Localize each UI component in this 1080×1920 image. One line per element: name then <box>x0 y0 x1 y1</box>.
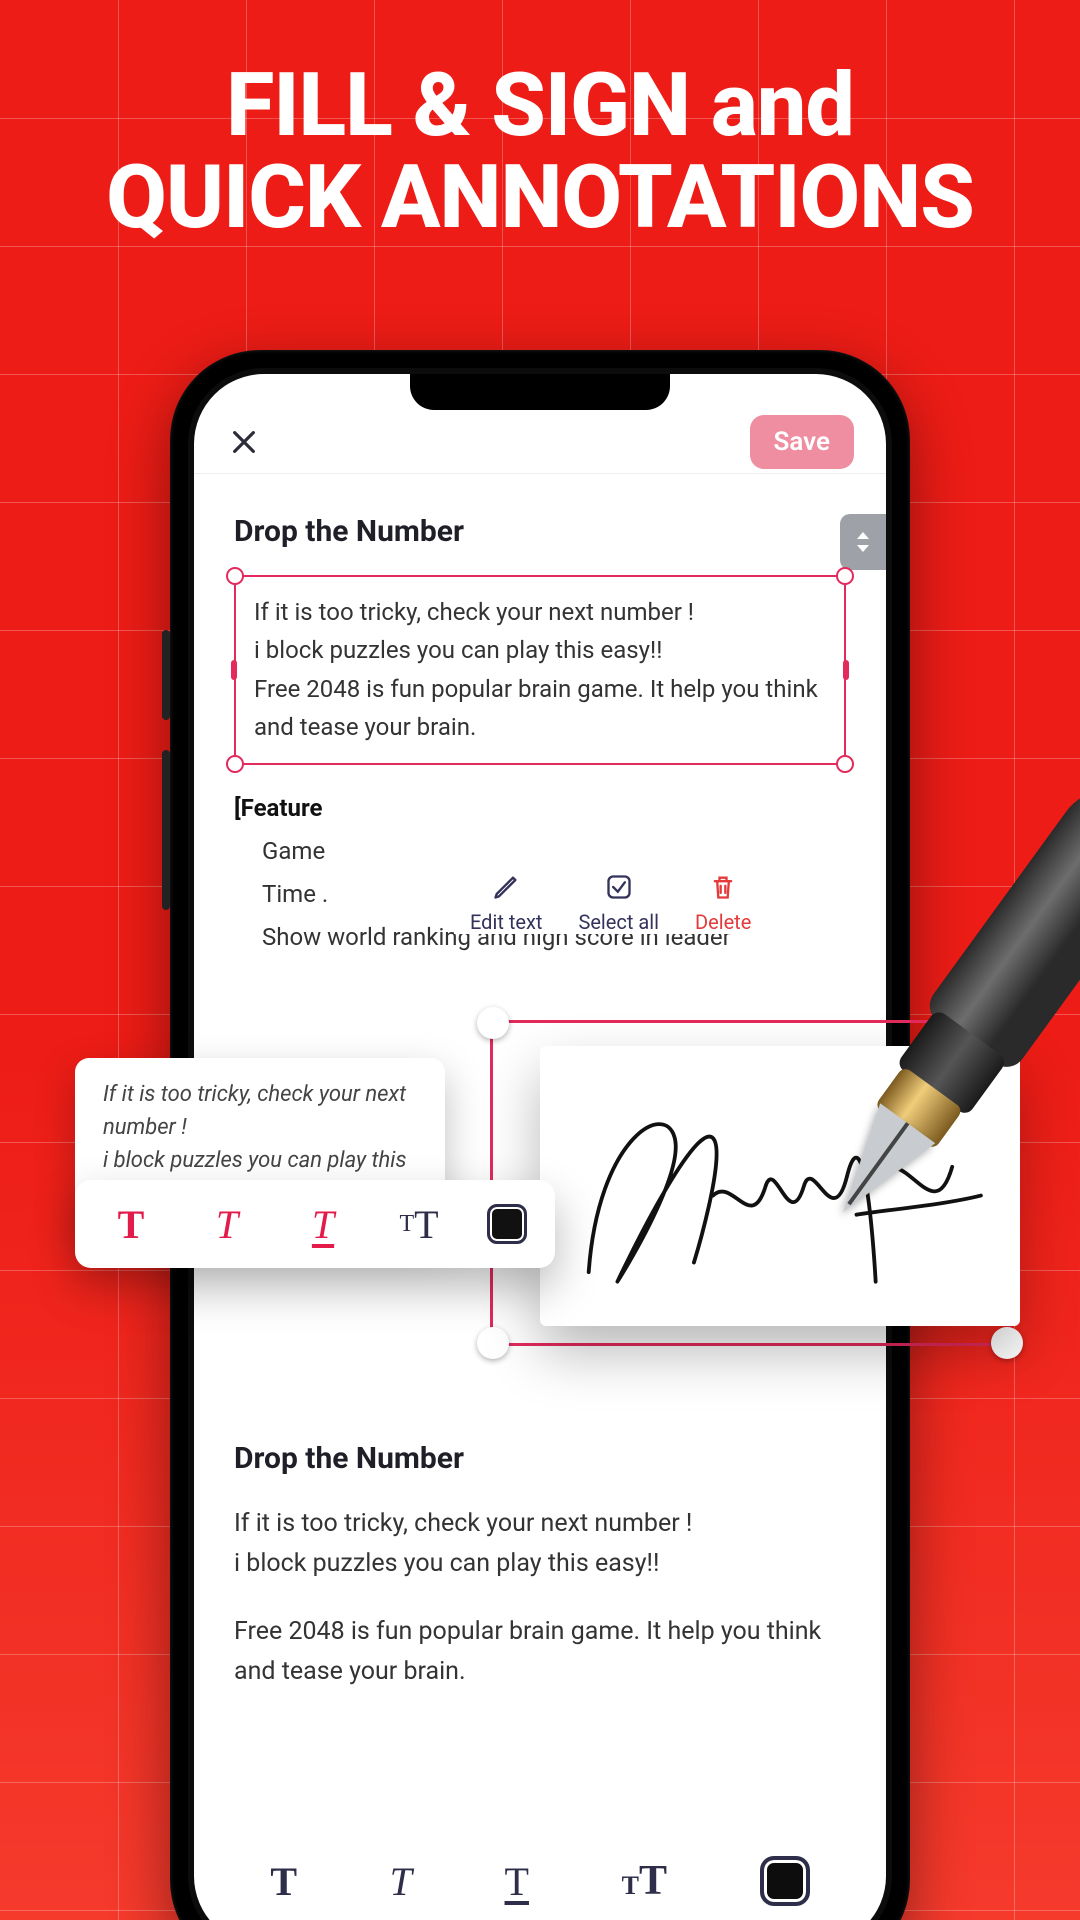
selection-handle-br[interactable] <box>836 755 854 773</box>
selection-handle-tr[interactable] <box>836 567 854 585</box>
selection-handle-bl[interactable] <box>226 755 244 773</box>
selection-handle-tl[interactable] <box>226 567 244 585</box>
float-size-button[interactable]: TT <box>371 1180 467 1268</box>
signature-area[interactable] <box>490 1020 1030 1350</box>
selection-handle-right[interactable] <box>843 660 849 680</box>
expand-button[interactable] <box>840 514 886 570</box>
edit-text-button[interactable]: Edit text <box>470 872 542 934</box>
features-heading: [Feature <box>234 787 846 830</box>
expand-icon <box>853 528 873 556</box>
signature-card <box>540 1046 1020 1326</box>
selected-text-box[interactable]: If it is too tricky, check your next num… <box>234 575 846 765</box>
signature-icon <box>560 1076 1000 1296</box>
float-color-button[interactable] <box>487 1204 527 1244</box>
delete-button[interactable]: Delete <box>695 872 751 934</box>
color-picker-button[interactable] <box>760 1856 810 1906</box>
marketing-headline: FILL & SIGN and QUICK ANNOTATIONS <box>0 60 1080 245</box>
pencil-icon <box>491 872 521 902</box>
delete-label: Delete <box>695 910 751 934</box>
float-italic-button[interactable]: T <box>179 1180 275 1268</box>
selection-handle-left[interactable] <box>231 660 237 680</box>
floating-text-toolbar: T T T TT <box>75 1180 555 1268</box>
select-all-label: Select all <box>578 910 659 934</box>
text-size-button[interactable]: TT <box>622 1857 667 1905</box>
float-bold-button[interactable]: T <box>83 1180 179 1268</box>
float-underline-button[interactable]: T <box>275 1180 371 1268</box>
document-block-2: Drop the Number If it is too tricky, che… <box>194 1441 886 1692</box>
italic-button[interactable]: T <box>390 1858 412 1905</box>
headline-line1: FILL & SIGN and <box>0 60 1080 152</box>
document-body-p2: Free 2048 is fun popular brain game. It … <box>234 1612 846 1692</box>
selection-context-menu: Edit text Select all Delete <box>454 872 767 934</box>
close-icon <box>228 426 260 458</box>
document-title: Drop the Number <box>234 514 846 549</box>
save-button[interactable]: Save <box>750 415 855 469</box>
close-button[interactable] <box>226 424 262 460</box>
bottom-text-toolbar: T T T TT <box>194 1836 886 1920</box>
selected-text: If it is too tricky, check your next num… <box>254 593 826 747</box>
bold-button[interactable]: T <box>270 1858 297 1905</box>
underline-button[interactable]: T <box>505 1858 529 1905</box>
headline-line2: QUICK ANNOTATIONS <box>0 152 1080 244</box>
features-line1: Game <box>234 830 846 873</box>
trash-icon <box>708 872 738 902</box>
edit-text-label: Edit text <box>470 910 542 934</box>
tooltip-line1: If it is too tricky, check your next num… <box>103 1078 417 1144</box>
select-all-button[interactable]: Select all <box>578 872 659 934</box>
phone-notch <box>410 374 670 410</box>
checkbox-icon <box>604 872 634 902</box>
document-title-2: Drop the Number <box>234 1441 846 1476</box>
document-body-p1: If it is too tricky, check your next num… <box>234 1504 846 1584</box>
